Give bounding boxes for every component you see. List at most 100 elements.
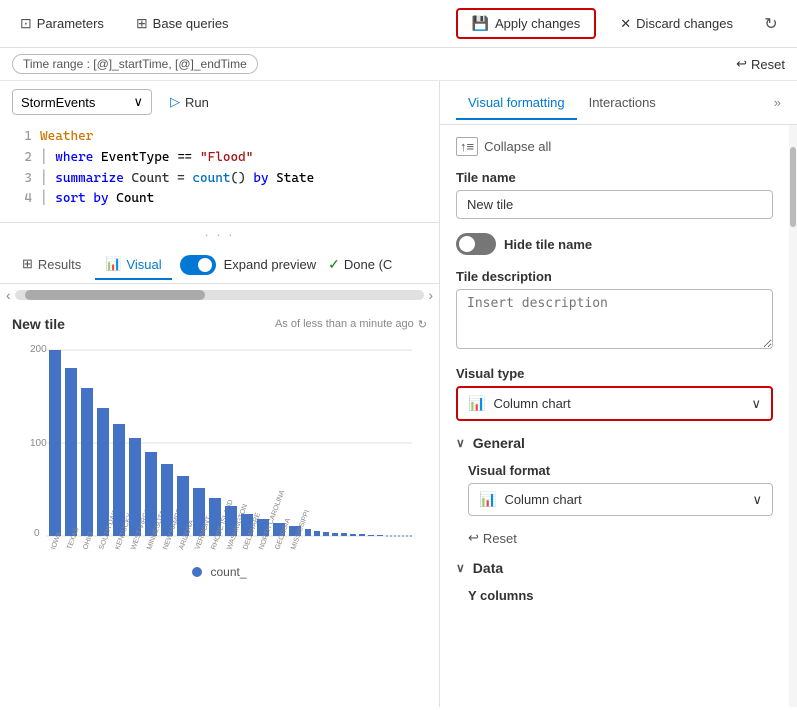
- visual-format-select[interactable]: 📊 Column chart ∨: [468, 483, 773, 516]
- data-label: Data: [473, 560, 503, 576]
- chart-svg-wrapper: 200 100 0 IOWA TEXAS OHIO: [12, 336, 427, 559]
- refresh-chart-icon[interactable]: ↻: [418, 318, 427, 331]
- vis-format-left: 📊 Column chart: [479, 491, 582, 508]
- tile-name-group: Tile name: [456, 170, 773, 219]
- time-range-bar: Time range : [@]_startTime, [@]_endTime …: [0, 48, 797, 81]
- tile-description-group: Tile description: [456, 269, 773, 352]
- tile-name-label: Tile name: [456, 170, 773, 185]
- expand-panel-button[interactable]: »: [774, 95, 781, 110]
- line-num-1: 1: [12, 127, 32, 148]
- reset-button[interactable]: ↩ Reset: [736, 56, 785, 72]
- tabs-bar: ⊞ Results 📊 Visual Expand preview ✓ Done…: [0, 246, 439, 284]
- tile-description-label: Tile description: [456, 269, 773, 284]
- expand-preview-label: Expand preview: [224, 257, 317, 272]
- top-toolbar: ⊡ Parameters ⊞ Base queries 💾 Apply chan…: [0, 0, 797, 48]
- hide-tile-name-label: Hide tile name: [504, 237, 592, 252]
- main-content: StormEvents ∨ ▷ Run 1 Weather 2 │ where …: [0, 81, 797, 707]
- reset-label: Reset: [751, 57, 785, 72]
- code-table: Weather: [40, 127, 93, 148]
- visual-format-value: Column chart: [504, 492, 581, 507]
- y-columns-label: Y columns: [468, 588, 773, 603]
- collapse-all-label: Collapse all: [484, 139, 551, 154]
- results-tab-label: Results: [38, 257, 81, 272]
- data-section-content: Y columns: [456, 588, 773, 603]
- general-chevron-icon: ∨: [456, 436, 465, 450]
- right-panel: Visual formatting Interactions » ↑≡ Coll…: [440, 81, 797, 707]
- right-content-wrapper: ↑≡ Collapse all Tile name Hide tile name: [440, 125, 797, 707]
- chevron-down-type-icon: ∨: [751, 396, 761, 412]
- time-range-badge[interactable]: Time range : [@]_startTime, [@]_endTime: [12, 54, 258, 74]
- results-tab[interactable]: ⊞ Results: [12, 250, 91, 280]
- general-section-content: Visual format 📊 Column chart ∨ ↩ Reset: [456, 463, 773, 546]
- discard-changes-button[interactable]: ✕ Discard changes: [612, 12, 741, 36]
- base-queries-button[interactable]: ⊞ Base queries: [128, 11, 237, 36]
- line-num-4: 4: [12, 189, 32, 210]
- visual-tab-label: Visual: [126, 257, 161, 272]
- check-circle-icon: ✓: [328, 256, 340, 273]
- tile-description-textarea[interactable]: [456, 289, 773, 349]
- tab-interactions-label: Interactions: [589, 95, 656, 110]
- visual-type-left: 📊 Column chart: [468, 395, 571, 412]
- line-num-3: 3: [12, 169, 32, 190]
- reset-arrow-icon: ↩: [736, 56, 747, 72]
- tab-interactions[interactable]: Interactions: [577, 87, 668, 120]
- code-line-4: 4 │ sort by Count: [12, 189, 427, 210]
- legend-label: count_: [210, 565, 246, 579]
- reset-visual-format-button[interactable]: ↩ Reset: [468, 530, 773, 546]
- collapse-all-button[interactable]: ↑≡ Collapse all: [456, 137, 773, 156]
- chart-title: New tile: [12, 316, 65, 332]
- data-section-header[interactable]: ∨ Data: [456, 560, 773, 576]
- run-button[interactable]: ▷ Run: [162, 90, 217, 114]
- tab-visual-label: Visual formatting: [468, 95, 565, 110]
- visual-tab[interactable]: 📊 Visual: [95, 250, 171, 280]
- parameters-button[interactable]: ⊡ Parameters: [12, 11, 112, 36]
- hide-tile-name-group: Hide tile name: [456, 233, 773, 255]
- svg-text:0: 0: [34, 528, 40, 539]
- chart-container: New tile As of less than a minute ago ↻ …: [0, 306, 439, 707]
- horizontal-scroll-area[interactable]: ‹ ›: [0, 284, 439, 306]
- tab-visual-formatting[interactable]: Visual formatting: [456, 87, 577, 120]
- discard-changes-label: Discard changes: [636, 16, 733, 31]
- line-num-2: 2: [12, 148, 32, 169]
- timestamp-text: As of less than a minute ago: [275, 318, 414, 330]
- apply-save-icon: 💾: [472, 15, 489, 32]
- time-range-label: Time range : [@]_startTime, [@]_endTime: [23, 57, 247, 71]
- scroll-right-arrow[interactable]: ›: [426, 287, 435, 303]
- visual-type-select[interactable]: 📊 Column chart ∨: [456, 386, 773, 421]
- refresh-icon: ↻: [764, 14, 777, 34]
- right-content-scroll: ↑≡ Collapse all Tile name Hide tile name: [440, 125, 789, 707]
- legend-dot: [192, 567, 202, 577]
- expand-preview-toggle[interactable]: [180, 255, 216, 275]
- vertical-scrollbar[interactable]: [789, 125, 797, 707]
- refresh-button[interactable]: ↻: [757, 10, 785, 38]
- hide-tile-name-toggle[interactable]: [456, 233, 496, 255]
- reset-format-label: Reset: [483, 531, 517, 546]
- chart-header: New tile As of less than a minute ago ↻: [12, 316, 427, 332]
- code-line-3: 3 │ summarize Count = count() by State: [12, 169, 427, 190]
- apply-changes-button[interactable]: 💾 Apply changes: [456, 8, 597, 39]
- visual-format-group: Visual format 📊 Column chart ∨: [468, 463, 773, 516]
- tile-name-input[interactable]: [456, 190, 773, 219]
- run-triangle-icon: ▷: [170, 94, 180, 110]
- query-top: StormEvents ∨ ▷ Run: [12, 89, 427, 115]
- collapse-icon: ↑≡: [456, 137, 478, 156]
- svg-text:100: 100: [30, 438, 47, 449]
- vert-scroll-thumb: [790, 147, 796, 227]
- close-icon: ✕: [620, 16, 631, 32]
- scroll-left-arrow[interactable]: ‹: [4, 287, 13, 303]
- code-line-2: 2 │ where EventType == "Flood": [12, 148, 427, 169]
- visual-chart-icon: 📊: [105, 256, 121, 272]
- base-queries-label: Base queries: [153, 16, 229, 31]
- horizontal-scrollbar[interactable]: [15, 290, 425, 300]
- visual-formatting-tabs: Visual formatting Interactions »: [440, 81, 797, 125]
- visual-type-value: Column chart: [493, 396, 570, 411]
- visual-format-label: Visual format: [468, 463, 773, 478]
- general-section-header[interactable]: ∨ General: [456, 435, 773, 451]
- bar-chart-svg: 200 100 0 IOWA TEXAS OHIO: [12, 336, 412, 556]
- database-name: StormEvents: [21, 95, 95, 110]
- dots-separator: · · ·: [0, 223, 439, 246]
- reset-arrow-format-icon: ↩: [468, 530, 479, 546]
- data-section: ∨ Data Y columns: [456, 560, 773, 603]
- svg-text:200: 200: [30, 344, 47, 355]
- database-select[interactable]: StormEvents ∨: [12, 89, 152, 115]
